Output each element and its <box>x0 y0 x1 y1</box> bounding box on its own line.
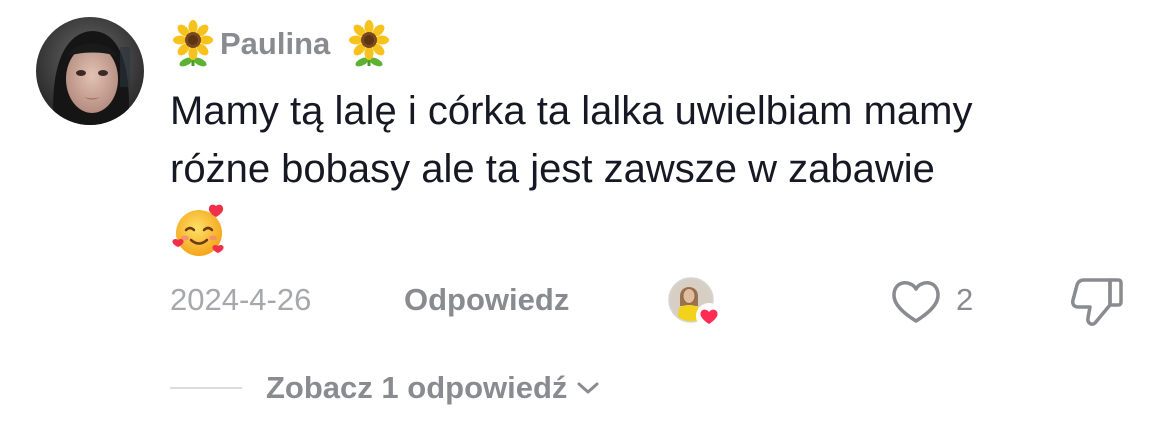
comment-text: Mamy tą lalę i córka ta lalka uwielbiam … <box>170 82 1150 198</box>
divider <box>170 387 242 389</box>
creator-liked-icon <box>667 276 723 332</box>
reply-button[interactable]: Odpowiedz <box>404 282 569 318</box>
chevron-down-icon[interactable] <box>575 378 601 398</box>
smiling-face-with-hearts-icon <box>170 202 228 260</box>
like-count: 2 <box>956 282 974 317</box>
sunflower-icon <box>170 20 216 68</box>
comment-line: Mamy tą lalę i córka ta lalka uwielbiam … <box>170 89 973 133</box>
heart-outline-icon[interactable] <box>890 278 942 324</box>
comment-author[interactable]: Paulina <box>170 18 392 70</box>
comment-meta-row: 2024-4-26 Odpowiedz 2 <box>170 276 1130 329</box>
view-replies-button[interactable]: Zobacz 1 odpowiedź <box>266 370 567 406</box>
thumbs-down-icon[interactable] <box>1070 276 1124 328</box>
avatar[interactable] <box>36 17 144 125</box>
author-name[interactable]: Paulina <box>220 26 330 62</box>
comment-line: różne bobasy ale ta jest zawsze w zabawi… <box>170 147 935 191</box>
view-replies[interactable]: Zobacz 1 odpowiedź <box>170 362 601 414</box>
comment-date: 2024-4-26 <box>170 282 312 317</box>
sunflower-icon <box>346 20 392 68</box>
